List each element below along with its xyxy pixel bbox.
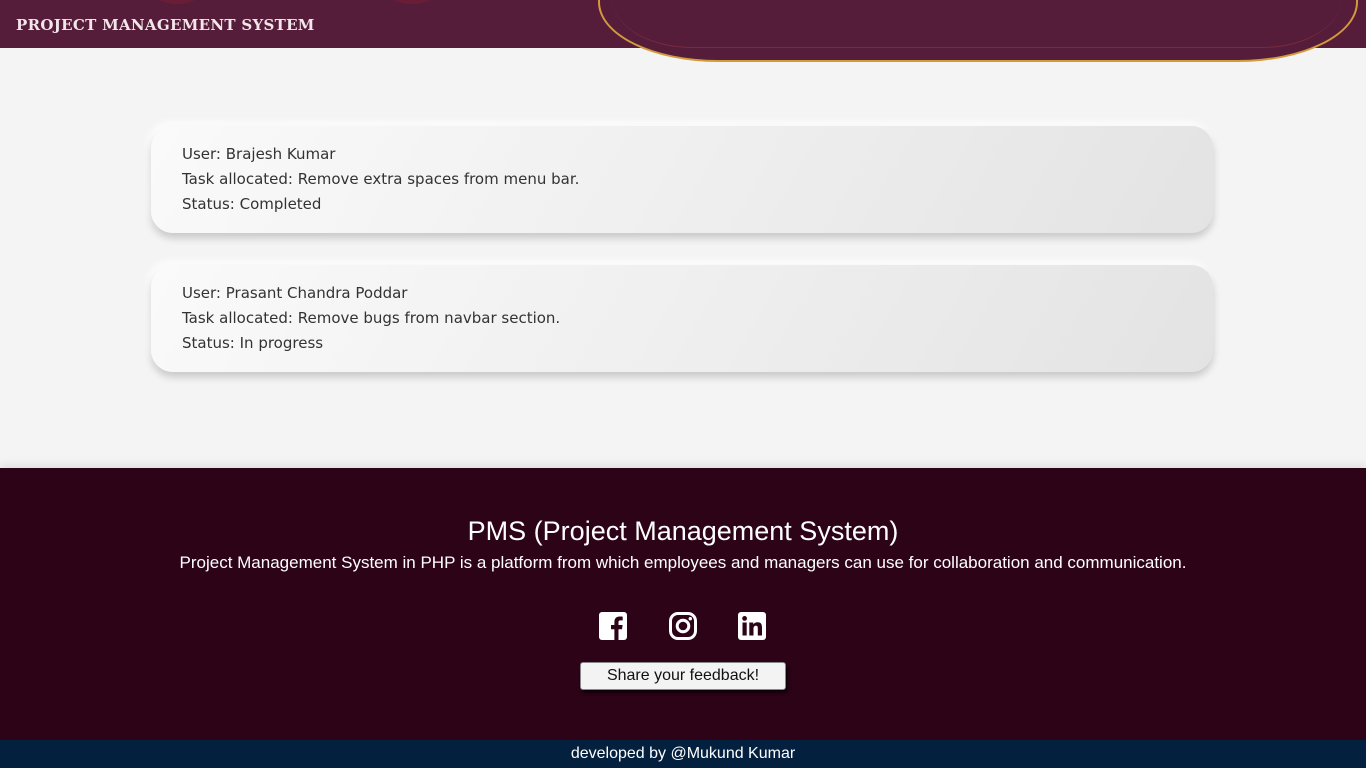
facebook-icon[interactable] xyxy=(598,611,628,641)
share-feedback-button[interactable]: Share your feedback! xyxy=(580,662,786,690)
brand-title[interactable]: PROJECT MANAGEMENT SYSTEM xyxy=(16,16,315,34)
footer: PMS (Project Management System) Project … xyxy=(0,468,1366,740)
task-status: Status: Completed xyxy=(182,195,322,213)
footer-description: Project Management System in PHP is a pl… xyxy=(179,553,1187,572)
decorative-circle xyxy=(137,0,217,4)
instagram-icon[interactable] xyxy=(668,611,698,641)
task-allocated: Task allocated: Remove extra spaces from… xyxy=(182,170,580,188)
task-user: User: Brajesh Kumar xyxy=(182,145,336,163)
footer-title: PMS (Project Management System) xyxy=(467,516,899,546)
task-user: User: Prasant Chandra Poddar xyxy=(182,284,408,302)
navbar-decorative-arc-inner xyxy=(612,0,1342,48)
task-status: Status: In progress xyxy=(182,334,324,352)
task-allocated: Task allocated: Remove bugs from navbar … xyxy=(182,309,561,327)
linkedin-icon[interactable] xyxy=(737,611,767,641)
developer-credit: developed by @Mukund Kumar xyxy=(0,740,1366,768)
decorative-circle xyxy=(372,0,452,4)
task-card: User: Brajesh Kumar Task allocated: Remo… xyxy=(151,126,1213,233)
task-card: User: Prasant Chandra Poddar Task alloca… xyxy=(151,265,1213,372)
